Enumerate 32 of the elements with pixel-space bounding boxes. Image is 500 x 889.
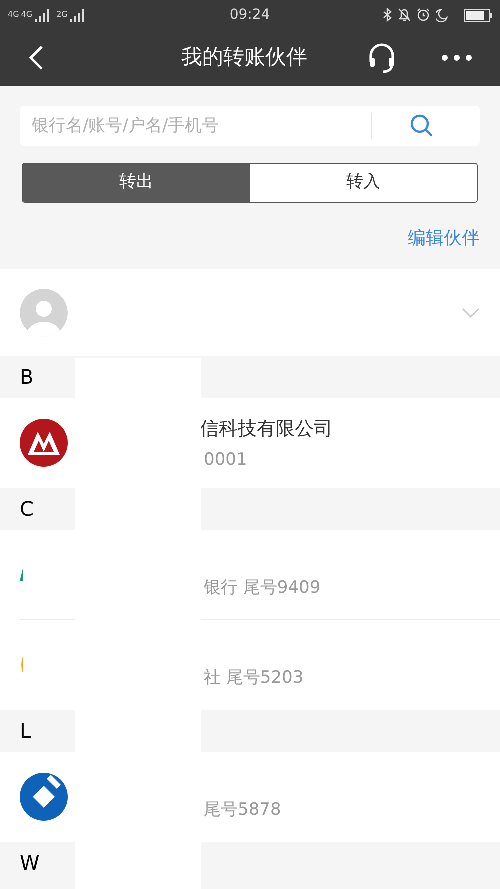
section-letter: C (20, 496, 34, 523)
more-icon[interactable] (442, 53, 472, 63)
clock-time: 09:24 (230, 6, 270, 24)
search-icon[interactable] (410, 114, 434, 138)
logo-edge-icon (20, 657, 23, 673)
search-field[interactable]: 银行名/账号/户名/手机号 (20, 106, 480, 146)
bank-logo-icon (20, 419, 68, 467)
network-label: 4G (8, 11, 20, 19)
account-number: 尾号5878 (203, 799, 282, 822)
segment-tab[interactable]: 转出 (23, 164, 250, 202)
bluetooth-icon (383, 8, 392, 22)
section-letter: W (20, 850, 40, 877)
moon-icon (436, 8, 448, 22)
page-title: 我的转账伙伴 (182, 44, 308, 72)
signal-icon (34, 8, 51, 22)
section-letter: L (20, 718, 32, 745)
partner-name: 信科技有限公司 (200, 417, 333, 442)
logo-edge-icon (20, 569, 23, 581)
network-label: 2G (56, 11, 68, 19)
account-number: 银行 尾号9409 (203, 577, 321, 600)
bank-logo-icon (20, 773, 68, 821)
account-number: 社 尾号5203 (203, 667, 304, 690)
account-number: 0001 (203, 448, 248, 472)
network-label: 4G (21, 11, 33, 19)
edit-partners-link[interactable]: 编辑伙伴 (408, 225, 480, 252)
avatar-icon (20, 288, 68, 336)
bell-icon (398, 8, 411, 22)
segment-tab[interactable]: 转入 (250, 164, 477, 202)
alarm-icon (417, 8, 430, 22)
battery-icon (464, 8, 492, 22)
section-letter: B (20, 364, 34, 391)
signal-icon (70, 8, 86, 22)
